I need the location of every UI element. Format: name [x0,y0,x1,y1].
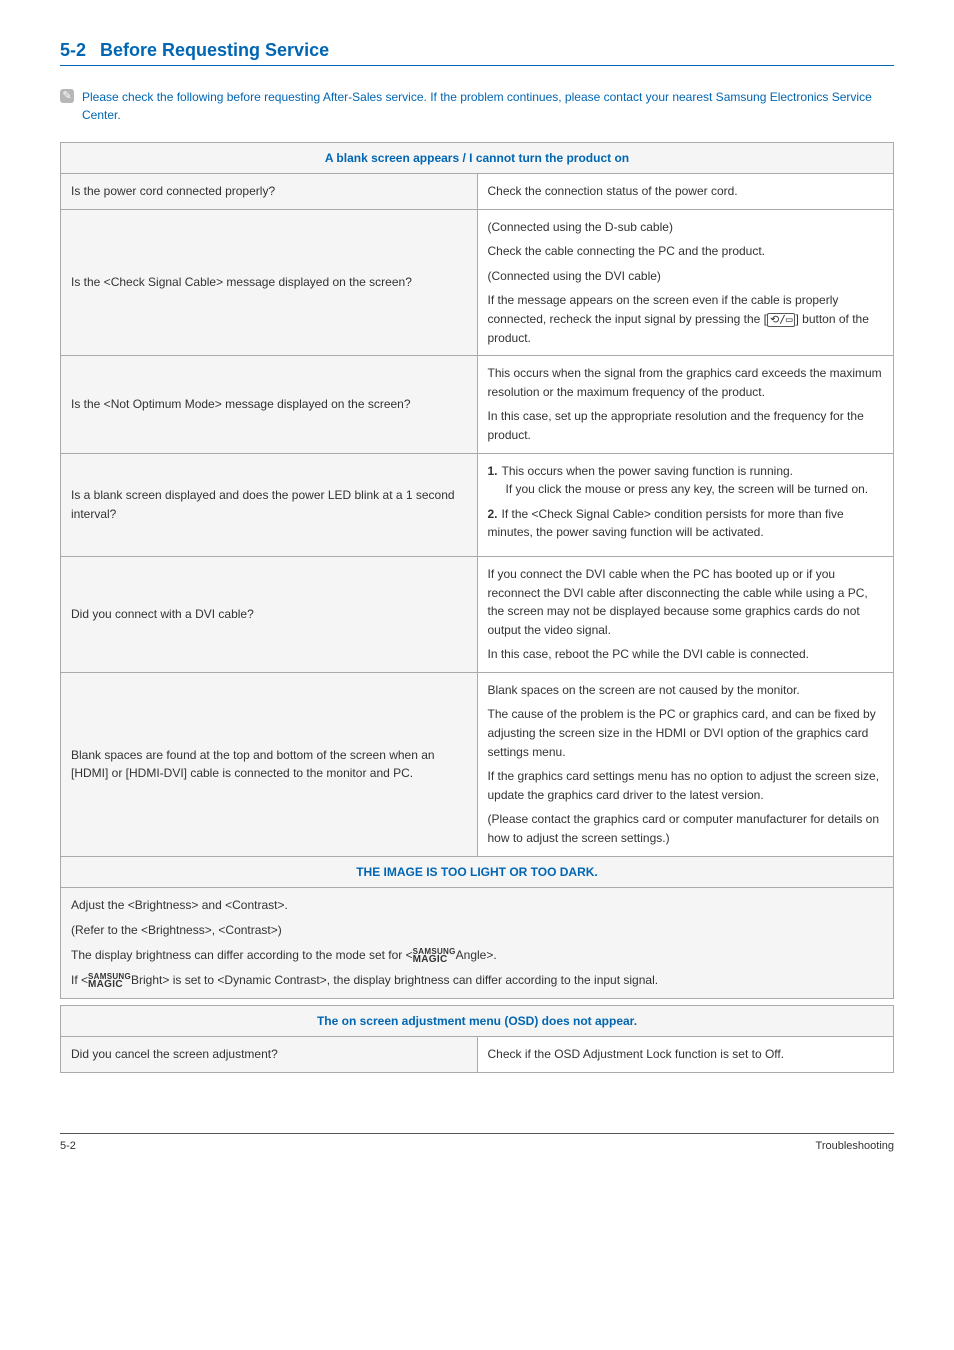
answer-para: If the graphics card settings menu has n… [488,767,884,804]
list-text: This occurs when the power saving functi… [502,464,794,478]
answer-para: The cause of the problem is the PC or gr… [488,705,884,761]
source-button-icon: ⟲/▭ [767,313,795,327]
page-footer: 5-2 Troubleshooting [60,1133,894,1152]
band-text: If < [71,973,88,987]
answer-cell: Check the connection status of the power… [477,174,894,210]
answer-para: (Connected using the DVI cable) [488,267,884,286]
table1-header2: THE IMAGE IS TOO LIGHT OR TOO DARK. [61,856,894,887]
answer-para: Check the cable connecting the PC and th… [488,242,884,261]
note-block: ✎ Please check the following before requ… [60,88,894,124]
heading-title: Before Requesting Service [100,40,329,60]
band-para: (Refer to the <Brightness>, <Contrast>) [71,921,883,940]
footer-left: 5-2 [60,1140,76,1152]
table-row: Blank spaces are found at the top and bo… [61,672,894,856]
answer-cell: Blank spaces on the screen are not cause… [477,672,894,856]
answer-para: If the message appears on the screen eve… [488,291,884,347]
answer-para: If you connect the DVI cable when the PC… [488,565,884,639]
table-row: Is the power cord connected properly? Ch… [61,174,894,210]
page-heading: 5-2 Before Requesting Service [60,40,894,61]
question-cell: Did you cancel the screen adjustment? [61,1037,478,1073]
list-continuation: If you click the mouse or press any key,… [506,480,884,499]
heading-rule [60,65,894,66]
band-text: The display brightness can differ accord… [71,948,413,962]
answer-para: In this case, reboot the PC while the DV… [488,645,884,664]
table-row: Is a blank screen displayed and does the… [61,453,894,556]
answer-cell: If you connect the DVI cable when the PC… [477,556,894,672]
samsung-magic-logo: SAMSUNGMAGIC [413,948,456,964]
table-row: Is the <Not Optimum Mode> message displa… [61,356,894,453]
answer-cell: Check if the OSD Adjustment Lock functio… [477,1037,894,1073]
question-cell: Is the power cord connected properly? [61,174,478,210]
table-row: Did you connect with a DVI cable? If you… [61,556,894,672]
question-cell: Did you connect with a DVI cable? [61,556,478,672]
answer-cell: 1. This occurs when the power saving func… [477,453,894,556]
band-para: The display brightness can differ accord… [71,946,883,965]
troubleshooting-table-1: A blank screen appears / I cannot turn t… [60,142,894,999]
table-row: Adjust the <Brightness> and <Contrast>. … [61,887,894,999]
band-para: Adjust the <Brightness> and <Contrast>. [71,896,883,915]
answer-para: (Please contact the graphics card or com… [488,810,884,847]
samsung-magic-logo: SAMSUNGMAGIC [88,973,131,989]
answer-para: This occurs when the signal from the gra… [488,364,884,401]
note-icon: ✎ [60,89,74,103]
question-cell: Is the <Check Signal Cable> message disp… [61,209,478,356]
table-row: Is the <Check Signal Cable> message disp… [61,209,894,356]
adjustment-instructions: Adjust the <Brightness> and <Contrast>. … [61,887,894,999]
band-para: If <SAMSUNGMAGICBright> is set to <Dynam… [71,971,883,990]
troubleshooting-table-2: The on screen adjustment menu (OSD) does… [60,1005,894,1073]
numbered-list: 1. This occurs when the power saving func… [488,462,884,542]
band-text: Angle>. [456,948,497,962]
question-cell: Is a blank screen displayed and does the… [61,453,478,556]
list-marker: 1. [488,464,498,478]
answer-para: Blank spaces on the screen are not cause… [488,681,884,700]
band-text: Bright> is set to <Dynamic Contrast>, th… [131,973,658,987]
list-item: 2.If the <Check Signal Cable> condition … [488,505,884,542]
table2-header: The on screen adjustment menu (OSD) does… [61,1006,894,1037]
note-text: Please check the following before reques… [82,88,894,124]
question-cell: Is the <Not Optimum Mode> message displa… [61,356,478,453]
table1-header: A blank screen appears / I cannot turn t… [61,143,894,174]
list-text: If the <Check Signal Cable> condition pe… [488,507,844,540]
footer-right: Troubleshooting [816,1140,894,1152]
list-item: 1. This occurs when the power saving func… [488,462,884,499]
answer-cell: This occurs when the signal from the gra… [477,356,894,453]
answer-para: In this case, set up the appropriate res… [488,407,884,444]
table-row: Did you cancel the screen adjustment? Ch… [61,1037,894,1073]
answer-cell: (Connected using the D-sub cable) Check … [477,209,894,356]
heading-number: 5-2 [60,40,86,60]
question-cell: Blank spaces are found at the top and bo… [61,672,478,856]
list-marker: 2. [488,507,498,521]
answer-para: (Connected using the D-sub cable) [488,218,884,237]
